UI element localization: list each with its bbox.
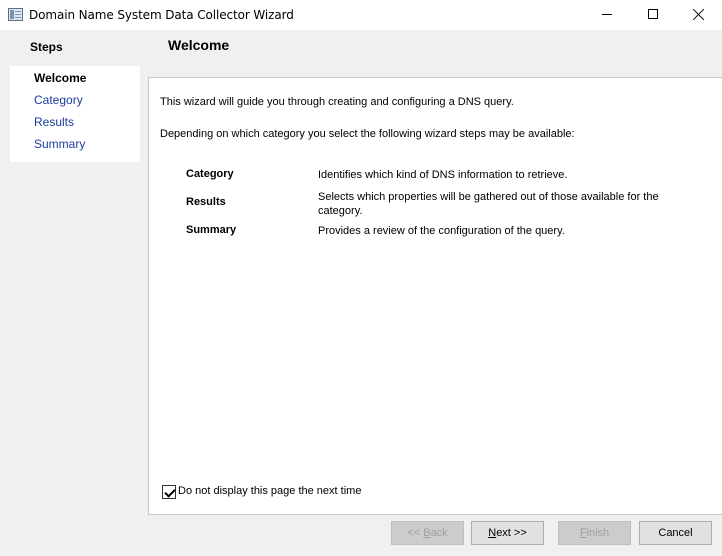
row-desc-results: Selects which properties will be gathere… [318,191,659,217]
row-desc-summary: Provides a review of the configuration o… [318,225,565,237]
row-label-summary: Summary [186,224,237,236]
step-welcome: Welcome [34,71,87,85]
close-icon [693,7,705,21]
back-prefix: << [407,527,424,539]
steps-list: Welcome Category Results Summary [10,66,140,162]
do-not-display-checkbox[interactable] [162,485,176,499]
do-not-display-label[interactable]: Do not display this page the next time [178,485,361,497]
steps-heading: Steps [30,40,63,54]
back-button[interactable]: << Back [391,521,464,545]
title-bar: Domain Name System Data Collector Wizard [0,0,722,30]
finish-key: F [579,527,587,539]
wizard-app-icon [8,8,23,21]
finish-button[interactable]: Finish [558,521,631,545]
maximize-button[interactable] [630,0,676,30]
next-key: N [488,527,497,539]
row-label-results: Results [186,196,226,208]
back-rest: ack [430,527,448,539]
step-summary[interactable]: Summary [34,137,85,151]
intro-text-2: Depending on which category you select t… [160,128,575,140]
window-title: Domain Name System Data Collector Wizard [29,8,294,22]
intro-text: This wizard will guide you through creat… [160,96,514,108]
next-rest: ext >> [496,527,527,539]
steps-panel: Steps Welcome Category Results Summary [0,30,148,556]
finish-rest: inish [586,527,610,539]
step-results[interactable]: Results [34,115,74,129]
back-key: B [423,527,431,539]
content-panel: This wizard will guide you through creat… [148,77,722,515]
next-button[interactable]: Next >> [471,521,544,545]
row-label-category: Category [186,168,234,180]
page-title: Welcome [168,37,230,53]
page-header: Welcome [150,30,722,76]
cancel-button[interactable]: Cancel [639,521,712,545]
minimize-button[interactable] [584,0,630,30]
minimize-icon [602,14,612,15]
step-category[interactable]: Category [34,93,83,107]
maximize-icon [648,9,658,19]
close-button[interactable] [676,0,722,30]
row-desc-category: Identifies which kind of DNS information… [318,169,568,181]
